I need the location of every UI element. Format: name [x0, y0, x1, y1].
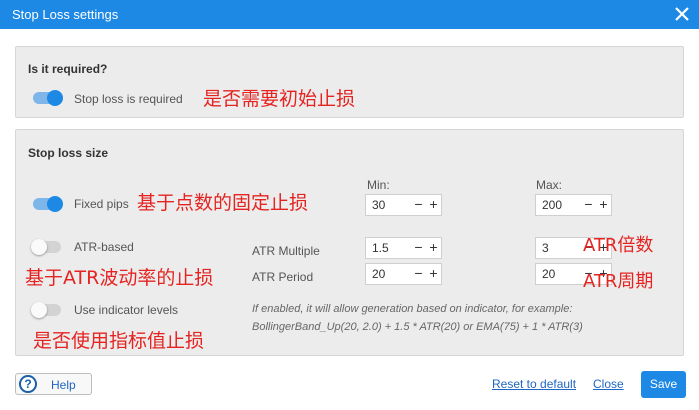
atr-multiple-annotation: ATR倍数 [583, 235, 654, 256]
toggle-knob [47, 196, 63, 212]
min-header: Min: [367, 178, 390, 192]
atr-period-max-input[interactable] [536, 264, 581, 284]
max-header: Max: [536, 178, 563, 192]
fixed-pips-min-input[interactable] [366, 195, 411, 215]
atr-based-label: ATR-based [74, 240, 134, 254]
increment-button[interactable]: + [426, 264, 441, 284]
atr-multiple-label: ATR Multiple [252, 244, 320, 258]
fixed-pips-min-stepper: − + [365, 194, 442, 216]
atr-period-min-input[interactable] [366, 264, 411, 284]
decrement-button[interactable]: − [411, 264, 426, 284]
required-panel: Is it required? Stop loss is required 是否… [15, 46, 684, 118]
atr-based-toggle[interactable] [31, 239, 61, 255]
atr-period-annotation: ATR周期 [583, 271, 654, 292]
toggle-knob [31, 302, 47, 318]
close-link[interactable]: Close [593, 377, 624, 391]
atr-multiple-min-input[interactable] [366, 238, 411, 258]
decrement-button[interactable]: − [581, 195, 596, 215]
size-panel: Stop loss size Min: Max: Fixed pips 基于点数… [15, 129, 684, 356]
atr-period-label: ATR Period [252, 270, 314, 284]
atr-multiple-min-stepper: − + [365, 237, 442, 259]
atr-period-min-stepper: − + [365, 263, 442, 285]
required-annotation: 是否需要初始止损 [203, 88, 356, 110]
atr-based-annotation: 基于ATR波动率的止损 [25, 267, 214, 289]
fixed-pips-annotation: 基于点数的固定止损 [137, 192, 309, 214]
indicator-levels-toggle[interactable] [31, 302, 61, 318]
help-button[interactable]: ? Help [15, 373, 92, 395]
indicator-levels-label: Use indicator levels [74, 303, 179, 317]
toggle-knob [31, 239, 47, 255]
decrement-button[interactable]: − [411, 195, 426, 215]
increment-button[interactable]: + [426, 195, 441, 215]
fixed-pips-label: Fixed pips [74, 197, 129, 211]
required-section-title: Is it required? [28, 62, 108, 76]
increment-button[interactable]: + [596, 195, 611, 215]
indicator-levels-annotation: 是否使用指标值止损 [33, 330, 205, 352]
dialog-titlebar: Stop Loss settings [0, 0, 699, 29]
help-label: Help [51, 378, 76, 392]
save-button[interactable]: Save [641, 371, 686, 398]
close-icon[interactable] [673, 5, 691, 23]
help-question-icon: ? [19, 375, 37, 393]
indicator-hint-line: If enabled, it will allow generation bas… [252, 303, 573, 315]
indicator-hint: If enabled, it will allow generation bas… [252, 300, 583, 336]
size-section-title: Stop loss size [28, 146, 109, 160]
indicator-hint-line: BollingerBand_Up(20, 2.0) + 1.5 * ATR(20… [252, 321, 583, 333]
toggle-knob [47, 90, 63, 106]
stop-loss-required-label: Stop loss is required [74, 92, 183, 106]
decrement-button[interactable]: − [411, 238, 426, 258]
atr-multiple-max-input[interactable] [536, 238, 581, 258]
increment-button[interactable]: + [426, 238, 441, 258]
fixed-pips-toggle[interactable] [33, 196, 63, 212]
dialog-title: Stop Loss settings [12, 7, 119, 22]
fixed-pips-max-input[interactable] [536, 195, 581, 215]
fixed-pips-max-stepper: − + [535, 194, 612, 216]
reset-to-default-link[interactable]: Reset to default [492, 377, 576, 391]
stop-loss-required-toggle[interactable] [33, 90, 63, 106]
